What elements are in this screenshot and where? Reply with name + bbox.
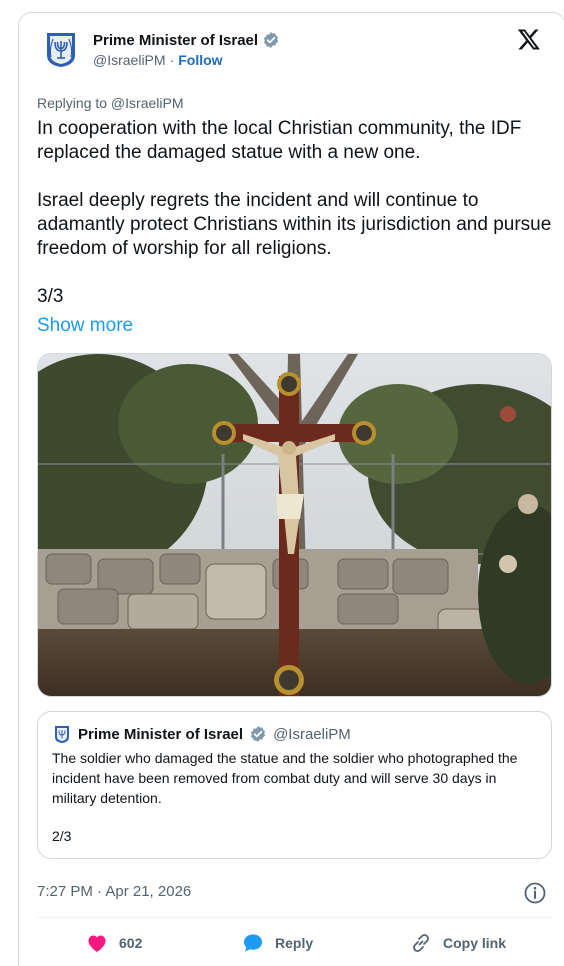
reply-label: Reply xyxy=(275,935,314,951)
tweet-paragraph: Israel deeply regrets the incident and w… xyxy=(37,190,552,259)
x-logo-icon[interactable] xyxy=(517,27,541,51)
info-icon[interactable] xyxy=(523,881,547,905)
israel-emblem-icon xyxy=(55,726,69,743)
quoted-author-handle: @IsraeliPM xyxy=(273,725,351,743)
like-count: 602 xyxy=(119,935,143,951)
author-handle[interactable]: @IsraeliPM xyxy=(93,52,166,68)
tweet-header: Prime Minister of Israel @IsraeliPM · Fo… xyxy=(41,27,551,79)
copy-link-button[interactable]: Copy link xyxy=(409,931,506,955)
quoted-thread-count: 2/3 xyxy=(52,828,72,844)
author-name[interactable]: Prime Minister of Israel xyxy=(93,32,258,49)
verified-badge-icon xyxy=(251,726,266,742)
divider xyxy=(37,917,552,918)
quoted-tweet-header: Prime Minister of Israel @IsraeliPM xyxy=(52,724,351,744)
heart-icon xyxy=(88,935,106,952)
action-bar: 602 Reply Copy link xyxy=(19,931,564,963)
reply-bubble-icon xyxy=(244,934,262,952)
tweet-timestamp[interactable]: 7:27 PM · Apr 21, 2026 xyxy=(37,883,191,900)
quoted-author-name: Prime Minister of Israel xyxy=(78,725,244,743)
tweet-paragraph: In cooperation with the local Christian … xyxy=(37,118,522,163)
thread-count: 3/3 xyxy=(37,286,64,307)
like-button[interactable]: 602 xyxy=(85,931,142,955)
tweet-text: In cooperation with the local Christian … xyxy=(37,117,552,333)
show-more-link[interactable]: Show more xyxy=(37,315,133,337)
crucifix-photo-image xyxy=(38,354,551,696)
replying-to[interactable]: Replying to @IsraeliPM xyxy=(37,95,184,111)
tweet-card: Prime Minister of Israel @IsraeliPM · Fo… xyxy=(18,12,564,966)
tweet-photo[interactable] xyxy=(37,353,552,697)
israel-emblem-icon[interactable] xyxy=(41,29,81,69)
author-handle-row: @IsraeliPM · Follow xyxy=(93,52,223,68)
quoted-tweet[interactable]: Prime Minister of Israel @IsraeliPM The … xyxy=(37,711,552,859)
reply-button[interactable]: Reply xyxy=(241,931,313,955)
follow-button[interactable]: Follow xyxy=(178,52,222,68)
handle-separator: · xyxy=(169,52,175,68)
verified-badge-icon xyxy=(264,32,279,48)
quoted-tweet-text: The soldier who damaged the statue and t… xyxy=(52,750,518,806)
copy-link-label: Copy link xyxy=(443,935,507,951)
link-icon xyxy=(413,934,429,952)
author-name-row: Prime Minister of Israel xyxy=(93,31,280,49)
